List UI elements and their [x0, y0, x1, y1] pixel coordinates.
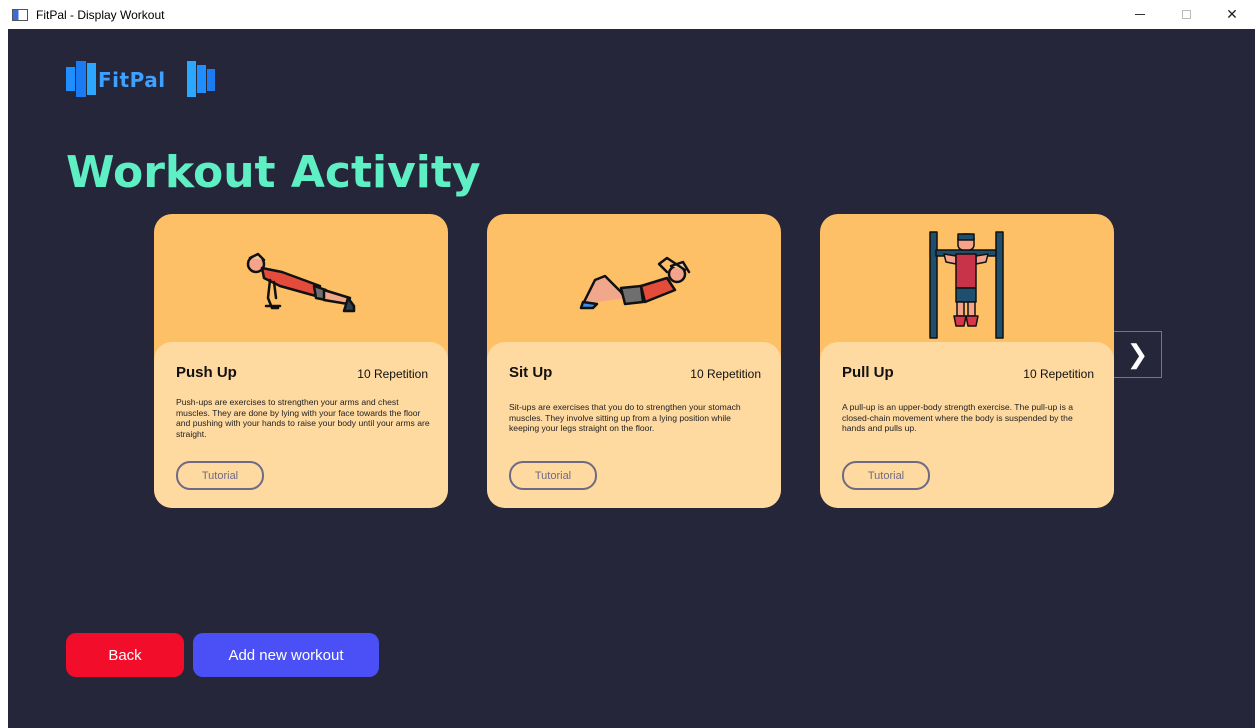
window-titlebar: FitPal - Display Workout ✕ [0, 0, 1255, 29]
minimize-button[interactable] [1117, 0, 1163, 29]
workout-description: Sit-ups are exercises that you do to str… [509, 402, 741, 433]
workout-reps: 10 Repetition [357, 367, 428, 381]
push-up-icon [246, 252, 356, 313]
logo-bar [187, 61, 196, 97]
fitpal-logo: FitPal [66, 59, 226, 101]
tutorial-button[interactable]: Tutorial [842, 461, 930, 490]
card-body: Pull Up 10 Repetition A pull-up is an up… [820, 342, 1114, 508]
window-controls: ✕ [1117, 0, 1255, 29]
page-title: Workout Activity [66, 147, 481, 198]
app-window-icon [12, 8, 28, 21]
logo-bar [197, 65, 206, 93]
workout-name: Sit Up [509, 364, 553, 381]
workout-description: Push-ups are exercises to strengthen you… [176, 397, 430, 439]
workout-name: Push Up [176, 364, 237, 381]
logo-text: FitPal [98, 68, 166, 92]
logo-bar [76, 61, 86, 97]
add-workout-button[interactable]: Add new workout [193, 633, 379, 677]
workout-reps: 10 Repetition [1023, 367, 1094, 381]
minimize-icon [1135, 14, 1145, 15]
close-button[interactable]: ✕ [1209, 0, 1255, 29]
window-title: FitPal - Display Workout [36, 7, 165, 22]
logo-bar [207, 69, 215, 91]
workout-card: Sit Up 10 Repetition Sit-ups are exercis… [487, 214, 781, 508]
carousel-next-button[interactable]: ❯ [1114, 331, 1162, 378]
back-button[interactable]: Back [66, 633, 184, 677]
workout-reps: 10 Repetition [690, 367, 761, 381]
maximize-button[interactable] [1163, 0, 1209, 29]
tutorial-button[interactable]: Tutorial [509, 461, 597, 490]
sit-up-icon [579, 256, 691, 310]
pull-up-icon [929, 231, 1004, 339]
app-window: FitPal Workout Activity Push Up 10 Repet… [8, 29, 1255, 728]
workout-card: Pull Up 10 Repetition A pull-up is an up… [820, 214, 1114, 508]
maximize-icon [1181, 10, 1191, 19]
workout-description: A pull-up is an upper-body strength exer… [842, 402, 1074, 433]
chevron-right-icon: ❯ [1126, 339, 1149, 369]
logo-bar [87, 63, 96, 95]
workout-card: Push Up 10 Repetition Push-ups are exerc… [154, 214, 448, 508]
card-body: Push Up 10 Repetition Push-ups are exerc… [154, 342, 448, 508]
tutorial-button[interactable]: Tutorial [176, 461, 264, 490]
card-body: Sit Up 10 Repetition Sit-ups are exercis… [487, 342, 781, 508]
logo-bar [66, 67, 75, 91]
workout-name: Pull Up [842, 364, 894, 381]
close-icon: ✕ [1226, 6, 1238, 22]
